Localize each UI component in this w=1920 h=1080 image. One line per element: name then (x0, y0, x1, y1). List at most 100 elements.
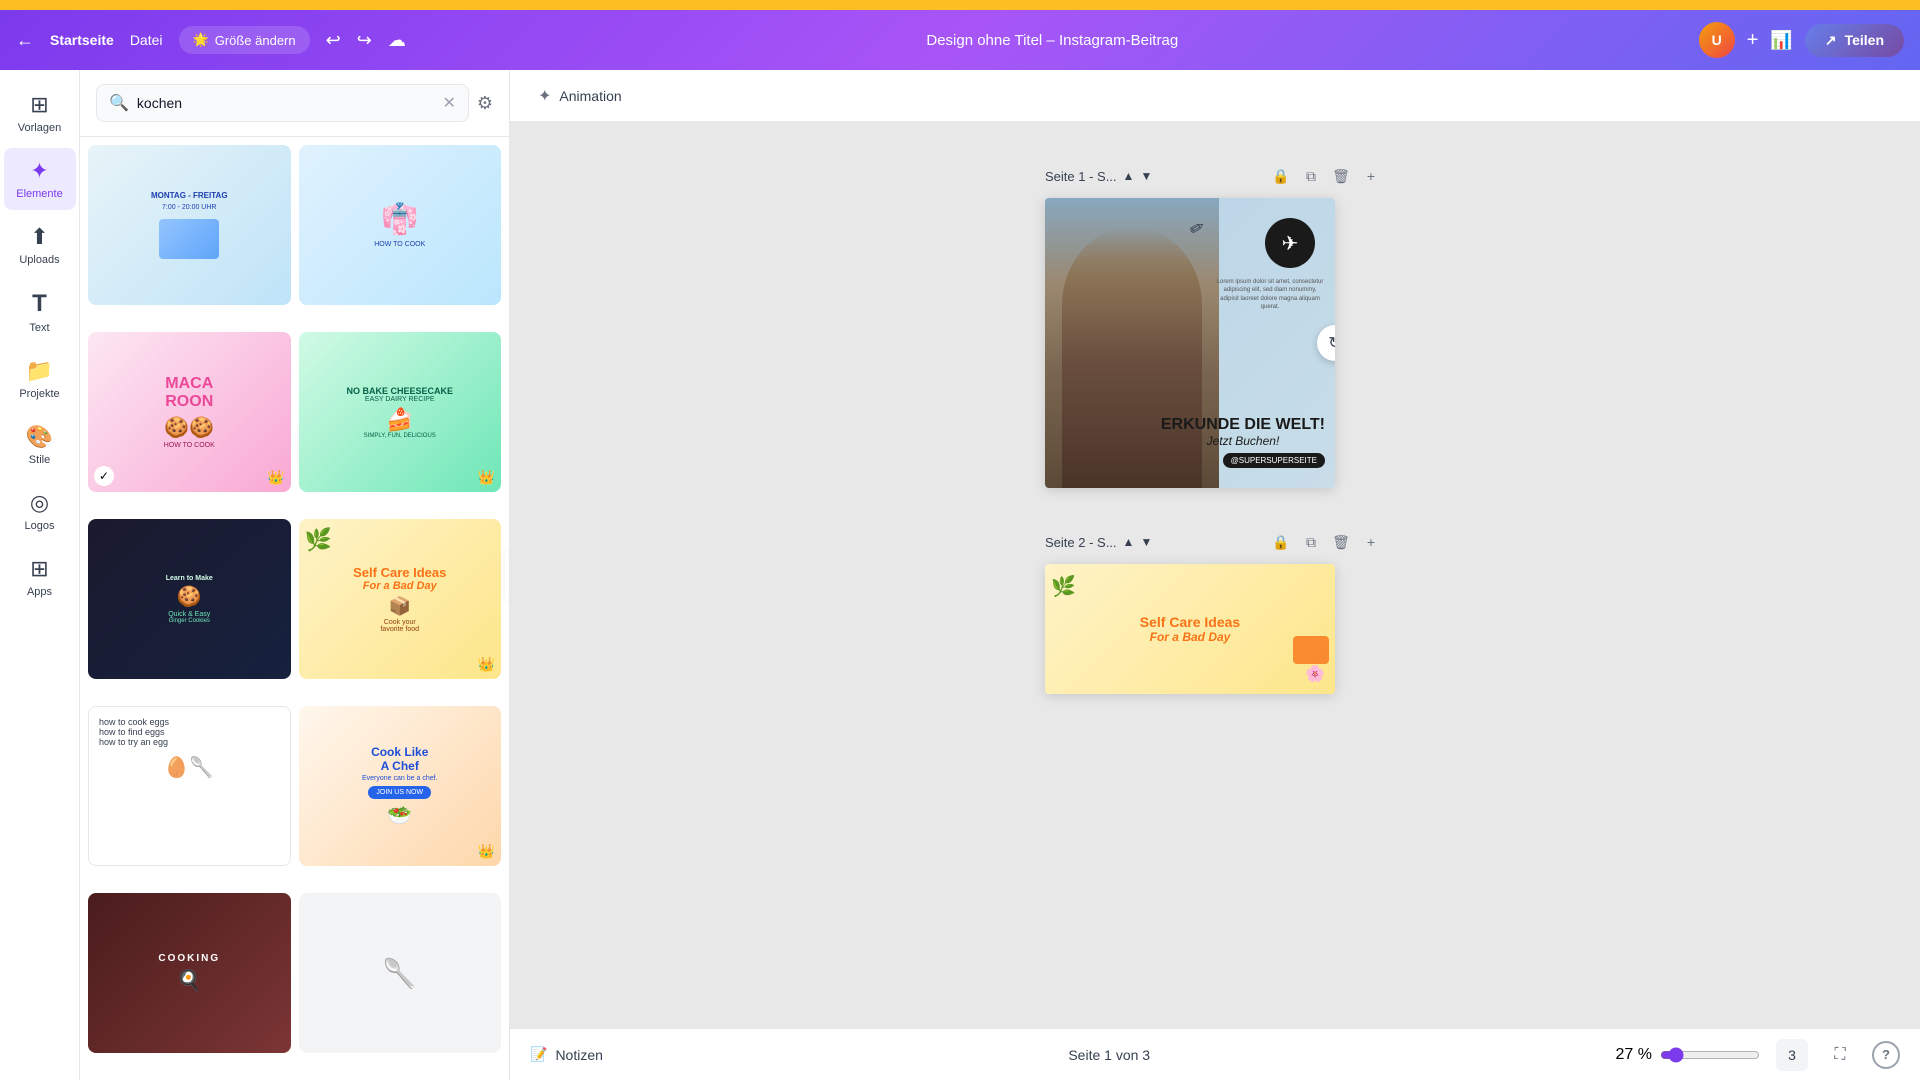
search-bar: 🔍 ✕ ⚙ (80, 70, 509, 137)
select-check-3: ✓ (94, 466, 114, 486)
template-card-schedule[interactable]: MONTAG - FREITAG 7:00 - 20:00 UHR (88, 145, 291, 305)
canvas-card-page-1[interactable]: ✏ ✈ Lorem ipsum dolor sit amet, consecte… (1045, 198, 1335, 488)
premium-crown-3: 👑 (267, 469, 284, 486)
page-1-duplicate-button[interactable]: ⧉ (1297, 162, 1325, 190)
template-card-half[interactable]: 🥄 (299, 893, 502, 1053)
back-button[interactable]: ← (16, 30, 34, 51)
page-1-delete-button[interactable]: 🗑 (1327, 162, 1355, 190)
canvas-area: ✦ Animation Seite 1 - S... ▲ ▼ 🔒 ⧉ (510, 70, 1920, 1080)
sidebar-item-uploads[interactable]: ⬆ Uploads (4, 214, 76, 276)
template-card-selfcare[interactable]: 🌿 Self Care Ideas For a Bad Day 📦 Cook y… (299, 519, 502, 679)
elemente-icon: ✦ (30, 158, 48, 184)
page-1-wrapper: Seite 1 - S... ▲ ▼ 🔒 ⧉ 🗑 + (1045, 162, 1385, 488)
template-cheesecake-content: NO BAKE CHEESECAKE EASY DAIRY RECIPE 🍰 S… (299, 332, 502, 492)
zoom-percent: 27 % (1616, 1046, 1652, 1064)
page-1-header: Seite 1 - S... ▲ ▼ 🔒 ⧉ 🗑 + (1045, 162, 1385, 190)
fullscreen-button[interactable]: ⛶ (1824, 1039, 1856, 1071)
animation-icon: ✦ (538, 86, 551, 106)
page-1-add-button[interactable]: + (1357, 162, 1385, 190)
template-card-chef[interactable]: Cook LikeA Chef Everyone can be a chef. … (299, 706, 502, 866)
document-title: Design ohne Titel – Instagram-Beitrag (422, 32, 1683, 49)
view-mode-button[interactable]: 3 (1776, 1039, 1808, 1071)
page-2-header: Seite 2 - S... ▲ ▼ 🔒 ⧉ 🗑 + (1045, 528, 1385, 556)
results-grid: MONTAG - FREITAG 7:00 - 20:00 UHR 👘 HOW … (80, 137, 509, 1080)
template-chef-content: Cook LikeA Chef Everyone can be a chef. … (299, 706, 502, 866)
sidebar-item-projekte[interactable]: 📁 Projekte (4, 348, 76, 410)
resize-emoji: 🌟 (193, 32, 209, 48)
leaf-icon: 🌿 (1051, 574, 1076, 599)
cloud-save-button[interactable]: ☁ (388, 30, 406, 51)
page-1-expand-down[interactable]: ▼ (1140, 169, 1152, 183)
sidebar-item-stile[interactable]: 🎨 Stile (4, 414, 76, 476)
search-input[interactable] (137, 95, 435, 111)
text-icon: T (32, 290, 47, 318)
join-now-button[interactable]: JOIN US NOW (368, 786, 431, 799)
template-card-cheesecake[interactable]: NO BAKE CHEESECAKE EASY DAIRY RECIPE 🍰 S… (299, 332, 502, 492)
design-1-lorem: Lorem ipsum dolor sit amet, consectetur … (1215, 278, 1325, 312)
design-1-title: ERKUNDE DIE WELT! (1161, 416, 1325, 434)
selfcare-mini-subtitle: For a Bad Day (1150, 630, 1231, 644)
page-2-lock-button[interactable]: 🔒 (1267, 528, 1295, 556)
main-content: ⊞ Vorlagen ✦ Elemente ⬆ Uploads T Text 📁… (0, 70, 1920, 1080)
notes-button[interactable]: 📝 Notizen (530, 1046, 603, 1063)
selfcare-title: Self Care Ideas (353, 565, 446, 580)
user-avatar[interactable]: U (1699, 22, 1735, 58)
home-button[interactable]: Startseite (50, 32, 114, 48)
apps-icon: ⊞ (30, 556, 48, 582)
eggs-title: how to cook eggshow to find eggshow to t… (99, 717, 280, 747)
template-cooking-content: COOKING 🍳 (88, 893, 291, 1053)
sidebar-item-elemente[interactable]: ✦ Elemente (4, 148, 76, 210)
topbar-wrapper: ← Startseite Datei 🌟 Größe ändern ↩ ↪ ☁ … (0, 0, 1920, 70)
page-2-expand-down[interactable]: ▼ (1140, 535, 1152, 549)
design-1: ✏ ✈ Lorem ipsum dolor sit amet, consecte… (1045, 198, 1335, 488)
half-card-content: 🥄 (382, 957, 417, 990)
page-2-collapse-up[interactable]: ▲ (1123, 535, 1135, 549)
add-collaborator-button[interactable]: + (1747, 29, 1759, 52)
undo-button[interactable]: ↩ (326, 30, 341, 51)
template-card-tutorial[interactable]: 👘 HOW TO COOK (299, 145, 502, 305)
home-label: Startseite (50, 32, 114, 48)
template-schedule-content: MONTAG - FREITAG 7:00 - 20:00 UHR (88, 145, 291, 305)
logos-label: Logos (25, 520, 55, 532)
projekte-icon: 📁 (26, 358, 53, 384)
filter-button[interactable]: ⚙ (477, 93, 493, 114)
template-tutorial-content: 👘 HOW TO COOK (299, 145, 502, 305)
page-indicator: Seite 1 von 3 (619, 1047, 1600, 1063)
template-bake-content: Learn to Make 🍪 Quick & Easy Ginger Cook… (88, 519, 291, 679)
help-button[interactable]: ? (1872, 1041, 1900, 1069)
projekte-label: Projekte (19, 388, 59, 400)
clear-search-button[interactable]: ✕ (442, 93, 455, 113)
template-card-eggs[interactable]: how to cook eggshow to find eggshow to t… (88, 706, 291, 866)
animation-button[interactable]: ✦ Animation (526, 80, 634, 112)
template-card-cooking[interactable]: COOKING 🍳 (88, 893, 291, 1053)
apps-label: Apps (27, 586, 52, 598)
page-2-delete-button[interactable]: 🗑 (1327, 528, 1355, 556)
analytics-button[interactable]: 📊 (1770, 30, 1792, 51)
zoom-slider[interactable] (1660, 1047, 1760, 1063)
chef-title: Cook LikeA Chef (371, 745, 428, 773)
file-menu[interactable]: Datei (130, 32, 163, 48)
premium-crown-6: 👑 (478, 656, 495, 673)
share-button[interactable]: ↗ Teilen (1805, 24, 1904, 57)
resize-button[interactable]: 🌟 Größe ändern (179, 26, 310, 54)
stile-label: Stile (29, 454, 50, 466)
canvas-scroll[interactable]: Seite 1 - S... ▲ ▼ 🔒 ⧉ 🗑 + (510, 122, 1920, 1028)
page-1-collapse-up[interactable]: ▲ (1123, 169, 1135, 183)
sidebar-item-vorlagen[interactable]: ⊞ Vorlagen (4, 82, 76, 144)
page-2-wrapper: Seite 2 - S... ▲ ▼ 🔒 ⧉ 🗑 + 🌿 (1045, 528, 1385, 694)
template-card-bake[interactable]: Learn to Make 🍪 Quick & Easy Ginger Cook… (88, 519, 291, 679)
sidebar-item-text[interactable]: T Text (4, 280, 76, 344)
sidebar-item-apps[interactable]: ⊞ Apps (4, 546, 76, 608)
page-1-lock-button[interactable]: 🔒 (1267, 162, 1295, 190)
page-2-add-button[interactable]: + (1357, 528, 1385, 556)
share-icon: ↗ (1825, 32, 1837, 49)
redo-button[interactable]: ↪ (357, 30, 372, 51)
search-panel: 🔍 ✕ ⚙ MONTAG - FREITAG 7:00 - 20:00 UHR … (80, 70, 510, 1080)
macaroon-title: MACAROON (165, 375, 213, 411)
canvas-card-page-2[interactable]: 🌿 Self Care Ideas For a Bad Day 🌸 (1045, 564, 1335, 694)
stile-icon: 🎨 (26, 424, 53, 450)
sidebar-item-logos[interactable]: ◎ Logos (4, 480, 76, 542)
page-2-duplicate-button[interactable]: ⧉ (1297, 528, 1325, 556)
topbar: ← Startseite Datei 🌟 Größe ändern ↩ ↪ ☁ … (0, 10, 1920, 70)
template-card-macaroon[interactable]: MACAROON 🍪🍪 HOW TO COOK ✓ 👑 (88, 332, 291, 492)
